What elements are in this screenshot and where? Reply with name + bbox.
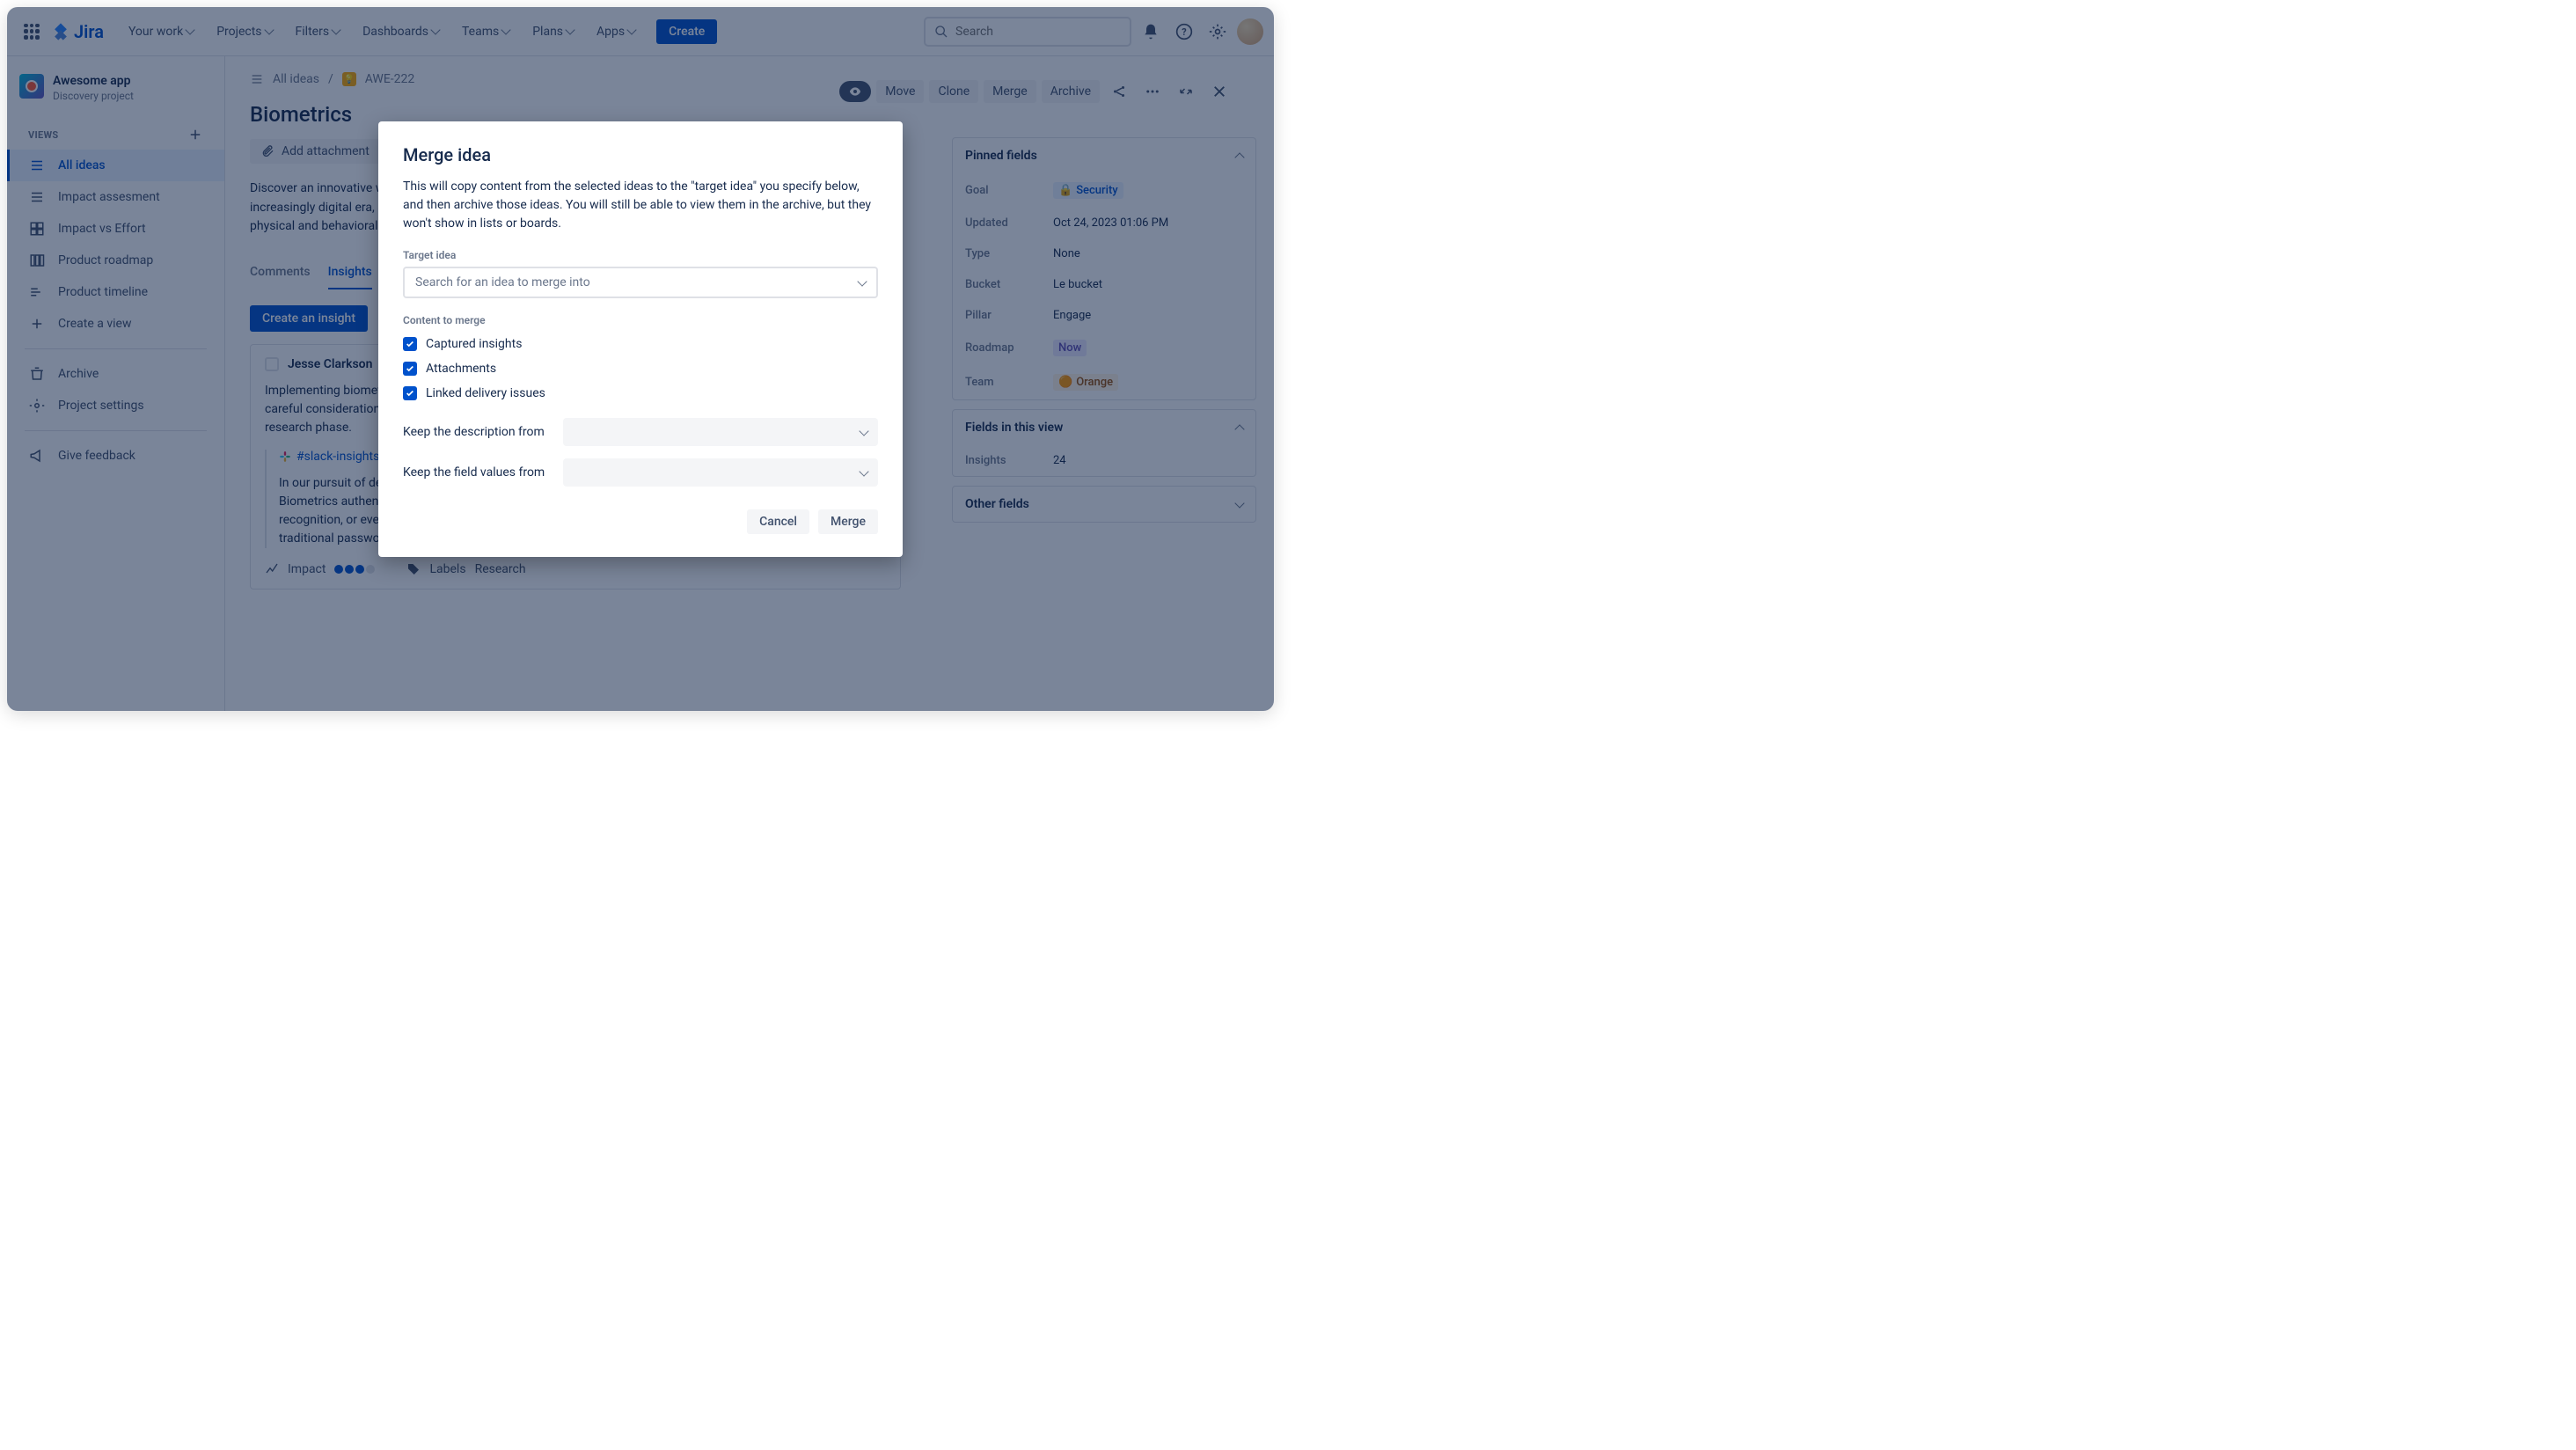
checkbox-checked-icon[interactable]: [403, 362, 417, 376]
keep-description-select[interactable]: [563, 418, 878, 446]
merge-idea-modal: Merge idea This will copy content from t…: [378, 121, 903, 557]
target-idea-select[interactable]: Search for an idea to merge into: [403, 267, 878, 298]
chevron-down-icon: [857, 276, 867, 286]
keep-field-values-label: Keep the field values from: [403, 465, 553, 480]
check-linked-issues[interactable]: Linked delivery issues: [403, 381, 878, 406]
merge-confirm-button[interactable]: Merge: [818, 509, 878, 534]
keep-field-values-select[interactable]: [563, 458, 878, 487]
check-captured-insights[interactable]: Captured insights: [403, 332, 878, 356]
keep-description-label: Keep the description from: [403, 425, 553, 439]
chevron-down-icon: [859, 466, 868, 476]
target-idea-label: Target idea: [403, 249, 878, 261]
checkbox-checked-icon[interactable]: [403, 386, 417, 400]
modal-description: This will copy content from the selected…: [403, 178, 878, 233]
checkbox-checked-icon[interactable]: [403, 337, 417, 351]
modal-overlay[interactable]: Merge idea This will copy content from t…: [7, 7, 1274, 711]
chevron-down-icon: [859, 426, 868, 436]
cancel-button[interactable]: Cancel: [747, 509, 809, 534]
modal-title: Merge idea: [403, 144, 878, 165]
check-attachments[interactable]: Attachments: [403, 356, 878, 381]
content-to-merge-label: Content to merge: [403, 314, 878, 326]
